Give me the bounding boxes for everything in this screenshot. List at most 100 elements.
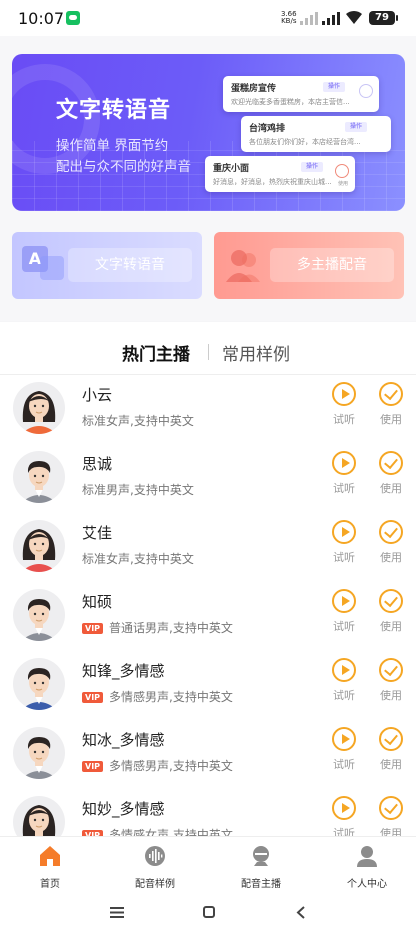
check-circle-icon xyxy=(335,164,349,178)
play-triangle xyxy=(342,734,350,744)
use-label: 使用 xyxy=(380,758,402,771)
anchor-row[interactable]: 思诚 标准男声,支持中英文 试听 使用 xyxy=(0,451,416,519)
anchor-avatar xyxy=(13,520,65,572)
use-button[interactable]: 使用 xyxy=(377,727,405,772)
listen-button[interactable]: 试听 xyxy=(330,382,358,427)
anchor-row[interactable]: 知冰_多情感 VIP 多情感男声,支持中英文 试听 使用 xyxy=(0,727,416,795)
anchor-description: VIP 多情感女声,支持中英文 xyxy=(82,826,233,836)
sample-card-title: 蛋糕房宣传 xyxy=(231,84,277,94)
play-triangle xyxy=(342,527,350,537)
play-triangle xyxy=(342,665,350,675)
listen-button[interactable]: 试听 xyxy=(330,658,358,703)
wechat-notification-icon xyxy=(66,11,80,25)
tab-common-samples[interactable]: 常用样例 xyxy=(222,340,290,365)
multi-anchor-feature-button[interactable]: 多主播配音 xyxy=(270,248,394,282)
nav-home[interactable]: 首页 xyxy=(10,845,90,890)
anchor-row[interactable]: 知硕 VIP 普通话男声,支持中英文 试听 使用 xyxy=(0,589,416,657)
use-button[interactable]: 使用 xyxy=(377,520,405,565)
anchor-name: 艾佳 xyxy=(82,524,113,542)
wifi-icon xyxy=(346,10,362,24)
anchor-name: 思诚 xyxy=(82,455,113,473)
use-label: 使用 xyxy=(380,482,402,495)
anchor-avatar-image xyxy=(21,599,57,641)
check-icon xyxy=(379,520,403,544)
listen-label: 试听 xyxy=(333,551,355,564)
nav-samples[interactable]: 配音样例 xyxy=(115,845,195,890)
nav-anchors-label: 配音主播 xyxy=(241,879,281,890)
check-icon xyxy=(379,727,403,751)
anchor-avatar-image xyxy=(21,668,57,710)
category-tabs: 热门主播 常用样例 xyxy=(0,340,416,365)
home-button-icon[interactable] xyxy=(203,906,215,918)
listen-label: 试听 xyxy=(333,482,355,495)
anchor-row[interactable]: 知妙_多情感 VIP 多情感女声,支持中英文 试听 使用 xyxy=(0,796,416,836)
play-icon xyxy=(332,796,356,820)
anchor-avatar xyxy=(13,589,65,641)
multi-person-icon xyxy=(226,250,260,282)
listen-label: 试听 xyxy=(333,758,355,771)
anchor-list-panel: 热门主播 常用样例 小云 标准女声,支持中英文 试听 使用 思诚 标准男声,支持… xyxy=(0,322,416,836)
check-icon xyxy=(379,382,403,406)
anchor-row[interactable]: 小云 标准女声,支持中英文 试听 使用 xyxy=(0,382,416,450)
check-icon xyxy=(379,658,403,682)
waveform-icon xyxy=(145,846,165,866)
anchor-name: 知妙_多情感 xyxy=(82,800,165,818)
anchor-avatar xyxy=(13,451,65,503)
listen-button[interactable]: 试听 xyxy=(330,589,358,634)
use-button[interactable]: 使用 xyxy=(377,382,405,427)
listen-button[interactable]: 试听 xyxy=(330,451,358,496)
signal-weak-icon xyxy=(300,12,318,25)
listen-button[interactable]: 试听 xyxy=(330,520,358,565)
anchor-row[interactable]: 艾佳 标准女声,支持中英文 试听 使用 xyxy=(0,520,416,588)
check-icon xyxy=(379,451,403,475)
signal-strong-icon xyxy=(322,12,340,25)
network-speed-unit: KB/s xyxy=(281,17,297,25)
sample-card-use-label: 使用 xyxy=(337,181,348,187)
listen-label: 试听 xyxy=(333,620,355,633)
check-mark xyxy=(384,661,398,677)
listen-label: 试听 xyxy=(333,689,355,702)
tab-hot-anchors[interactable]: 热门主播 xyxy=(122,340,190,365)
menu-icon[interactable] xyxy=(110,907,124,918)
multi-anchor-feature-card[interactable]: 多主播配音 xyxy=(214,232,404,299)
tts-feature-card[interactable]: A 文字转语音 xyxy=(12,232,202,299)
use-button[interactable]: 使用 xyxy=(377,796,405,836)
profile-icon xyxy=(357,846,377,867)
nav-profile-label: 个人中心 xyxy=(347,879,387,890)
sample-card-title: 重庆小面 xyxy=(213,164,250,174)
banner-sample-card: 台湾鸡排 操作 各位朋友们你们好，本店经营台湾... xyxy=(241,116,391,152)
play-triangle xyxy=(342,803,350,813)
anchor-row[interactable]: 知锋_多情感 VIP 多情感男声,支持中英文 试听 使用 xyxy=(0,658,416,726)
check-mark xyxy=(384,730,398,746)
tts-feature-button[interactable]: 文字转语音 xyxy=(68,248,192,282)
use-button[interactable]: 使用 xyxy=(377,451,405,496)
use-button[interactable]: 使用 xyxy=(377,658,405,703)
banner-title: 文字转语音 xyxy=(56,98,172,123)
use-button[interactable]: 使用 xyxy=(377,589,405,634)
sample-card-title: 台湾鸡排 xyxy=(249,124,286,134)
listen-button[interactable]: 试听 xyxy=(330,796,358,836)
anchor-description-text: 多情感女声,支持中英文 xyxy=(109,828,233,836)
network-speed: 3.66 KB/s xyxy=(281,11,297,25)
anchor-avatar xyxy=(13,658,65,710)
play-triangle xyxy=(342,389,350,399)
use-label: 使用 xyxy=(380,620,402,633)
listen-label: 试听 xyxy=(333,827,355,836)
carousel-indicator xyxy=(200,202,219,211)
status-time: 10:07 xyxy=(18,9,65,28)
sample-card-tag: 操作 xyxy=(323,82,346,92)
sample-card-tag: 操作 xyxy=(345,122,368,132)
listen-button[interactable]: 试听 xyxy=(330,727,358,772)
nav-anchors[interactable]: 配音主播 xyxy=(221,845,301,890)
anchor-name: 知硕 xyxy=(82,593,113,611)
play-icon xyxy=(332,451,356,475)
play-icon xyxy=(332,589,356,613)
nav-profile[interactable]: 个人中心 xyxy=(327,845,407,890)
anchor-avatar-image xyxy=(21,461,57,503)
promo-banner[interactable]: 文字转语音 操作简单 界面节约 配出与众不同的好声音 蛋糕房宣传 操作 欢迎光临… xyxy=(12,54,405,211)
anchor-avatar xyxy=(13,727,65,779)
play-icon xyxy=(332,727,356,751)
back-icon[interactable] xyxy=(296,906,306,919)
tab-divider xyxy=(208,344,209,360)
use-label: 使用 xyxy=(380,551,402,564)
